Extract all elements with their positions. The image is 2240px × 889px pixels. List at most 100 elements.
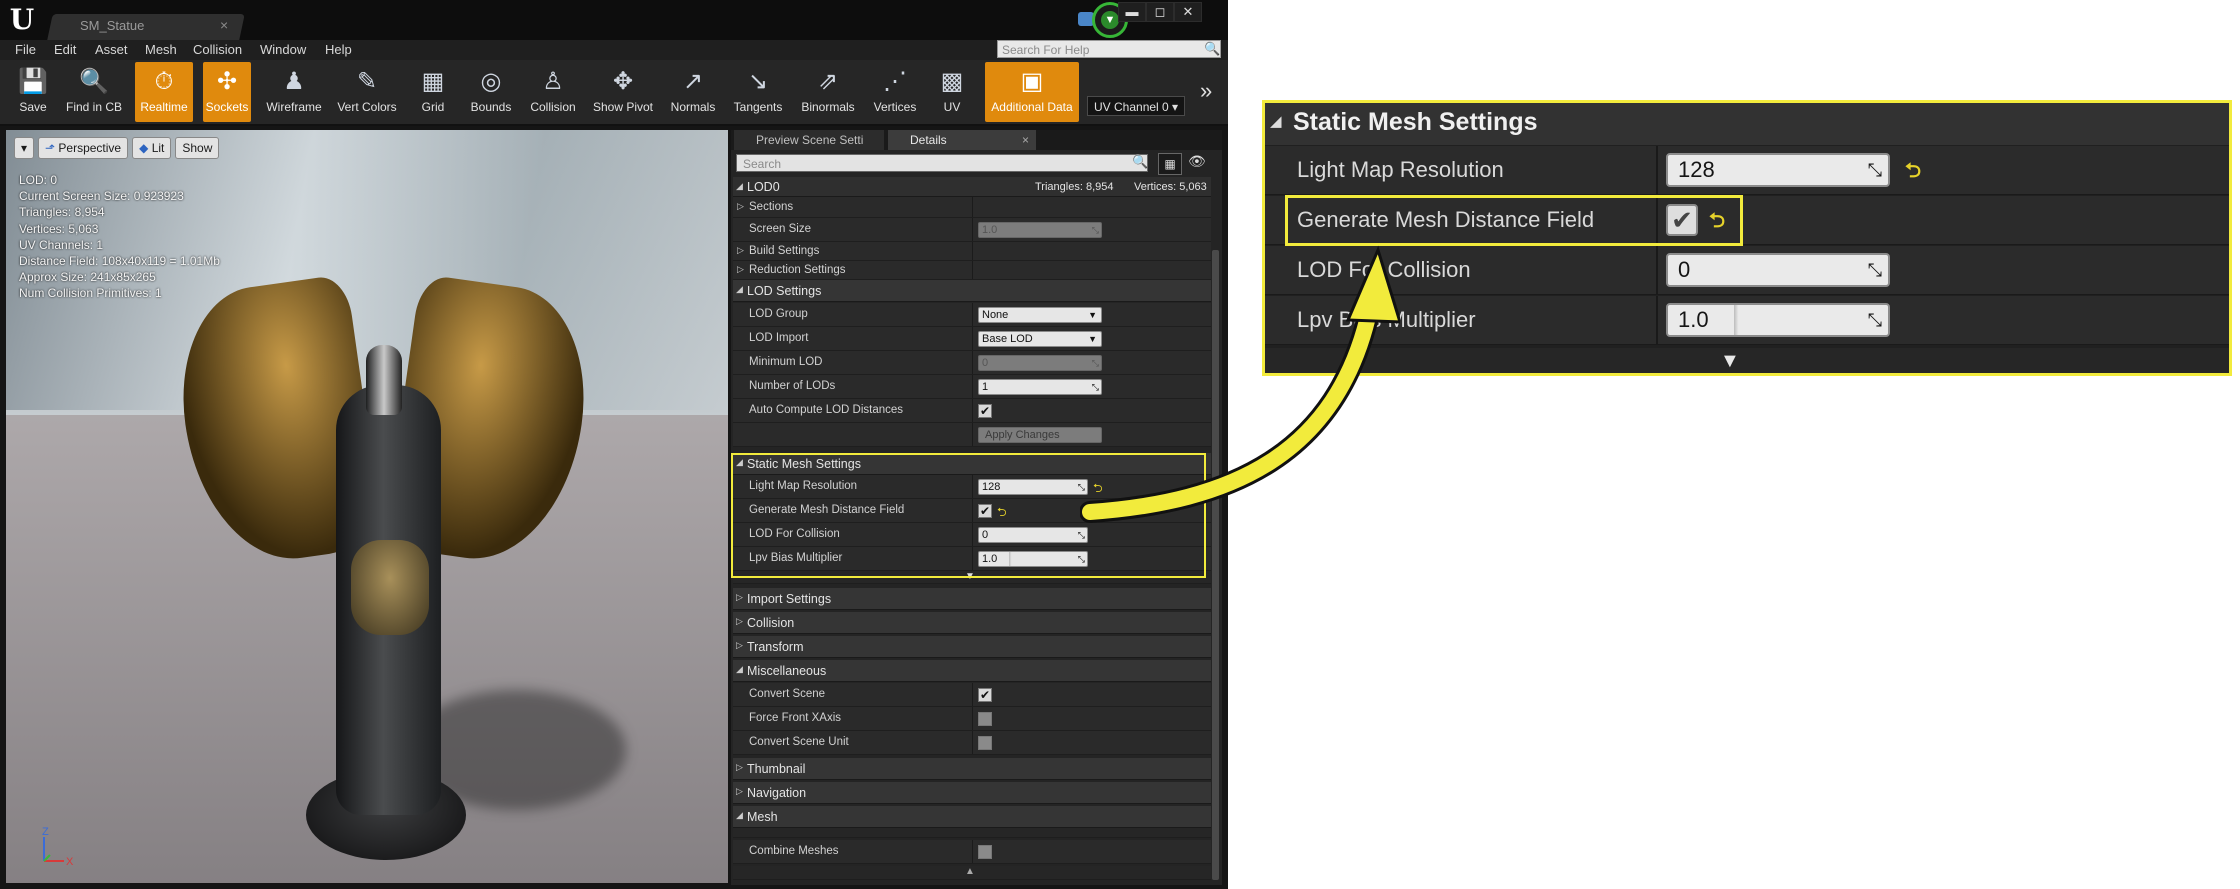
stat-line: UV Channels: 1 bbox=[19, 237, 104, 252]
category-navigation[interactable]: ▷ Navigation bbox=[733, 782, 1211, 804]
force-front-xaxis-checkbox[interactable] bbox=[978, 712, 992, 726]
row-convert-scene-unit: Convert Scene Unit bbox=[733, 731, 1211, 755]
expanded-icon: ◢ bbox=[736, 810, 743, 820]
lod0-triangles: Triangles: 8,954 bbox=[1035, 181, 1114, 193]
lit-button[interactable]: ◆ Lit bbox=[132, 137, 172, 159]
menu-edit[interactable]: Edit bbox=[54, 42, 76, 57]
callout-arrow bbox=[1080, 245, 1400, 523]
additional-data-button[interactable]: ▣ Additional Data bbox=[985, 62, 1079, 122]
source-control-icon[interactable]: ▼ bbox=[1101, 11, 1119, 29]
zoom-light-map-resolution-field: 128 ⤡ bbox=[1666, 153, 1890, 187]
statue-neck bbox=[366, 345, 402, 415]
show-button[interactable]: Show bbox=[175, 137, 220, 159]
reset-to-default-icon: ⮌ bbox=[1905, 160, 1922, 182]
menu-help[interactable]: Help bbox=[325, 42, 352, 57]
lit-icon: ◆ bbox=[139, 141, 149, 155]
category-lod0[interactable]: ◢ LOD0 Triangles: 8,954 Vertices: 5,063 bbox=[733, 177, 1211, 197]
category-thumbnail[interactable]: ▷ Thumbnail bbox=[733, 758, 1211, 780]
tab-preview-scene-settings[interactable]: Preview Scene Setti bbox=[734, 130, 884, 150]
category-miscellaneous[interactable]: ◢ Miscellaneous bbox=[733, 660, 1211, 682]
menu-window[interactable]: Window bbox=[260, 42, 306, 57]
document-tab-label: SM_Statue bbox=[80, 18, 145, 33]
perspective-icon: ⬏ bbox=[45, 141, 56, 155]
property-matrix-icon[interactable]: ▦ bbox=[1158, 153, 1182, 175]
expand-advanced-icon: ▼ bbox=[1720, 350, 1740, 372]
stat-line: Current Screen Size: 0.923923 bbox=[19, 189, 184, 204]
row-spacer bbox=[733, 828, 1211, 838]
view-options-icon[interactable]: 👁 bbox=[1188, 153, 1206, 170]
bounds-button[interactable]: ◎ Bounds bbox=[465, 62, 517, 122]
tab-details[interactable]: Details bbox=[888, 130, 1036, 150]
menu-file[interactable]: File bbox=[15, 42, 36, 57]
unreal-logo-icon[interactable]: U bbox=[6, 4, 38, 36]
row-sections[interactable]: ▷ Sections bbox=[733, 197, 1211, 218]
find-in-cb-button[interactable]: 🔍 Find in CB bbox=[60, 62, 128, 122]
toolbar-overflow-icon[interactable]: » bbox=[1200, 78, 1212, 104]
viewport-stats: LOD: 0 Current Screen Size: 0.923923 Tri… bbox=[19, 172, 220, 302]
category-transform[interactable]: ▷ Transform bbox=[733, 636, 1211, 658]
tangents-button[interactable]: ↘ Tangents bbox=[730, 62, 786, 122]
collapsed-icon: ▷ bbox=[737, 201, 744, 211]
tangents-icon: ↘ bbox=[747, 68, 769, 95]
vertices-button[interactable]: ⋰ Vertices bbox=[870, 62, 920, 122]
uv-button[interactable]: ▩ UV bbox=[930, 62, 974, 122]
menu-mesh[interactable]: Mesh bbox=[145, 42, 177, 57]
collision-icon: ♙ bbox=[542, 68, 564, 95]
vert-colors-button[interactable]: ✎ Vert Colors bbox=[332, 62, 402, 122]
stat-line: Num Collision Primitives: 1 bbox=[19, 286, 162, 301]
close-window-button[interactable]: ✕ bbox=[1174, 2, 1202, 22]
auto-compute-checkbox[interactable]: ✔ bbox=[978, 404, 992, 418]
document-tab[interactable] bbox=[47, 14, 245, 40]
zoom-row-lod-for-collision: LOD For Collision 0 ⤡ bbox=[1265, 246, 2229, 295]
collapsed-icon: ▷ bbox=[737, 245, 744, 255]
search-icon[interactable]: 🔍 bbox=[1204, 40, 1220, 58]
row-combine-meshes: Combine Meshes bbox=[733, 840, 1211, 864]
menu-collision[interactable]: Collision bbox=[193, 42, 242, 57]
row-collapse-expander[interactable]: ▲ bbox=[733, 866, 1211, 880]
convert-scene-unit-checkbox[interactable] bbox=[978, 736, 992, 750]
wireframe-icon: ♟ bbox=[283, 68, 305, 95]
minimize-button[interactable]: ▬ bbox=[1118, 2, 1146, 22]
normals-button[interactable]: ↗ Normals bbox=[668, 62, 718, 122]
convert-scene-checkbox[interactable]: ✔ bbox=[978, 688, 992, 702]
collision-button[interactable]: ♙ Collision bbox=[527, 62, 579, 122]
expanded-icon: ◢ bbox=[736, 664, 743, 674]
search-icon: 🔍 bbox=[1132, 154, 1149, 169]
collapsed-icon: ▷ bbox=[736, 616, 743, 626]
axis-z-label: Z bbox=[42, 826, 49, 838]
perspective-button[interactable]: ⬏ Perspective bbox=[38, 137, 129, 159]
realtime-button[interactable]: ⏱ Realtime bbox=[135, 62, 193, 122]
row-force-front-xaxis: Force Front XAxis bbox=[733, 707, 1211, 731]
binormals-button[interactable]: ⇗ Binormals bbox=[798, 62, 858, 122]
close-icon[interactable]: × bbox=[1022, 133, 1029, 147]
uv-channel-dropdown[interactable]: UV Channel 0 ▾ bbox=[1087, 96, 1185, 116]
collapsed-icon: ▷ bbox=[737, 264, 744, 274]
uv-icon: ▩ bbox=[940, 68, 964, 95]
show-pivot-button[interactable]: ✥ Show Pivot bbox=[590, 62, 656, 122]
zoom-row-lpv-bias-multiplier: Lpv Bias Multiplier 1.0⤡ bbox=[1265, 296, 2229, 345]
axis-x-label: X bbox=[66, 856, 74, 868]
zoom-lod-for-collision-field: 0 ⤡ bbox=[1666, 253, 1890, 287]
search-help-input[interactable]: Search For Help bbox=[997, 40, 1221, 58]
brush-icon: ✎ bbox=[356, 68, 378, 95]
grid-icon: ▦ bbox=[421, 68, 445, 95]
menu-asset[interactable]: Asset bbox=[95, 42, 128, 57]
details-search-input[interactable]: Search bbox=[736, 154, 1148, 172]
sockets-icon: ✣ bbox=[216, 68, 238, 95]
viewport-options-button[interactable]: ▾ bbox=[14, 137, 35, 159]
save-button[interactable]: 💾 Save bbox=[10, 62, 56, 122]
maximize-button[interactable]: ◻ bbox=[1146, 2, 1174, 22]
stopwatch-icon: ⏱ bbox=[154, 68, 174, 95]
additional-data-icon: ▣ bbox=[1020, 68, 1044, 95]
sockets-button[interactable]: ✣ Sockets bbox=[203, 62, 251, 122]
category-collision[interactable]: ▷ Collision bbox=[733, 612, 1211, 634]
expanded-icon: ◢ bbox=[1270, 113, 1282, 130]
close-icon[interactable]: × bbox=[220, 17, 228, 33]
wireframe-button[interactable]: ♟ Wireframe bbox=[262, 62, 326, 122]
category-import-settings[interactable]: ▷ Import Settings bbox=[733, 588, 1211, 610]
combine-meshes-checkbox[interactable] bbox=[978, 845, 992, 859]
category-mesh[interactable]: ◢ Mesh bbox=[733, 806, 1211, 828]
normals-icon: ↗ bbox=[682, 68, 704, 95]
viewport-toolbar: ▾ ⬏ Perspective ◆ Lit Show bbox=[14, 137, 220, 159]
grid-button[interactable]: ▦ Grid bbox=[415, 62, 451, 122]
